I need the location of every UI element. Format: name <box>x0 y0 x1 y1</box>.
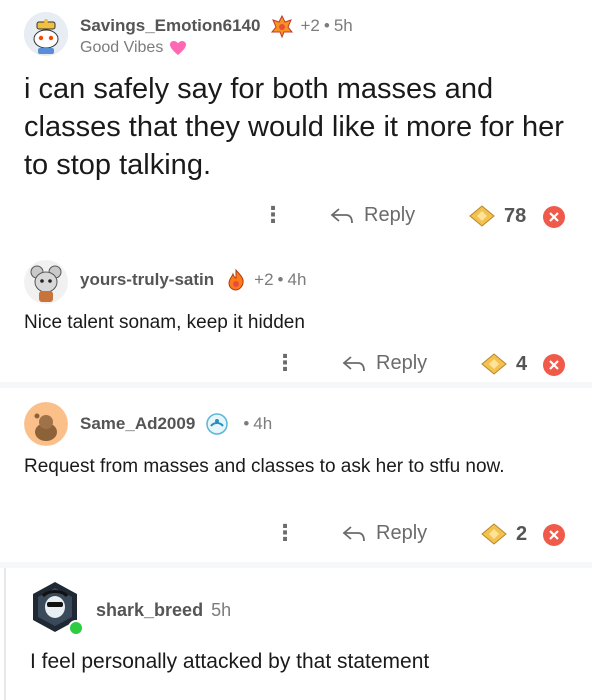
fire-award-icon <box>270 14 294 38</box>
reply-label: Reply <box>364 204 416 226</box>
comment-2: yours-truly-satin +2 • 4h Nice talent so… <box>0 250 592 380</box>
comment-text: I feel personally attacked by that state… <box>30 650 430 673</box>
comment-actions: ⋮ Reply 4 <box>0 348 592 382</box>
reply-button[interactable]: Reply <box>342 522 427 545</box>
award-button[interactable]: 78 <box>468 204 526 228</box>
avatar[interactable] <box>24 260 68 304</box>
timestamp: 4h <box>287 270 307 289</box>
award-badge-icon <box>205 412 229 436</box>
username[interactable]: Same_Ad2009 <box>80 414 195 434</box>
heart-icon <box>169 40 187 56</box>
close-icon[interactable] <box>543 524 565 546</box>
award-count-label: +2 <box>300 16 320 35</box>
award-count-label: +2 <box>254 270 274 289</box>
reply-arrow-icon <box>330 207 353 223</box>
comment-text: Request from masses and classes to ask h… <box>24 456 505 477</box>
divider <box>0 382 592 388</box>
comment-actions: ⋮ Reply 2 <box>0 518 592 552</box>
award-icon <box>481 353 507 375</box>
comment-meta: shark_breed 5h <box>96 598 231 622</box>
award-count: 78 <box>504 204 527 227</box>
close-icon[interactable] <box>543 354 565 376</box>
more-vertical-icon[interactable]: ⋮ <box>274 522 296 544</box>
online-status-icon <box>68 620 84 636</box>
timestamp: 5h <box>333 16 353 35</box>
comment-actions: ⋮ Reply 78 <box>0 200 592 234</box>
fire-award-icon <box>224 268 248 292</box>
username[interactable]: shark_breed <box>96 600 203 621</box>
award-icon <box>481 523 507 545</box>
award-button[interactable]: 2 <box>480 522 527 546</box>
more-vertical-icon[interactable]: ⋮ <box>262 204 284 226</box>
comment-meta: Same_Ad2009 • 4h <box>80 412 272 436</box>
close-icon[interactable] <box>543 206 565 228</box>
username[interactable]: Savings_Emotion6140 <box>80 16 260 36</box>
comment-1: Savings_Emotion6140 +2 • 5h Good Vibes i… <box>0 0 592 250</box>
username[interactable]: yours-truly-satin <box>80 270 214 290</box>
separator-dot: • <box>277 270 284 289</box>
flair-text: Good Vibes <box>80 39 164 56</box>
reply-label: Reply <box>376 352 428 374</box>
separator-dot: • <box>323 16 330 35</box>
award-count: 4 <box>516 352 528 375</box>
comment-meta: Savings_Emotion6140 +2 • 5h <box>80 14 353 38</box>
comment-text: i can safely say for both masses and cla… <box>24 73 564 181</box>
avatar[interactable] <box>28 580 84 636</box>
more-vertical-icon[interactable]: ⋮ <box>274 352 296 374</box>
thread-line <box>4 568 6 700</box>
timestamp: 4h <box>253 414 273 433</box>
comment-text: Nice talent sonam, keep it hidden <box>24 312 305 333</box>
comment-meta: yours-truly-satin +2 • 4h <box>80 268 306 292</box>
comment-3: Same_Ad2009 • 4h Request from masses and… <box>0 390 592 560</box>
reply-button[interactable]: Reply <box>342 352 427 375</box>
timestamp: 5h <box>211 599 232 620</box>
user-flair: Good Vibes <box>80 38 187 58</box>
reply-arrow-icon <box>342 525 365 541</box>
separator-dot: • <box>243 414 250 433</box>
comment-4: shark_breed 5h I feel personally attacke… <box>0 568 592 700</box>
reply-button[interactable]: Reply <box>330 204 415 227</box>
award-button[interactable]: 4 <box>480 352 527 376</box>
avatar[interactable] <box>24 12 68 56</box>
award-icon <box>469 205 495 227</box>
avatar[interactable] <box>24 402 68 446</box>
award-count: 2 <box>516 522 528 545</box>
reply-label: Reply <box>376 522 428 544</box>
reply-arrow-icon <box>342 355 365 371</box>
